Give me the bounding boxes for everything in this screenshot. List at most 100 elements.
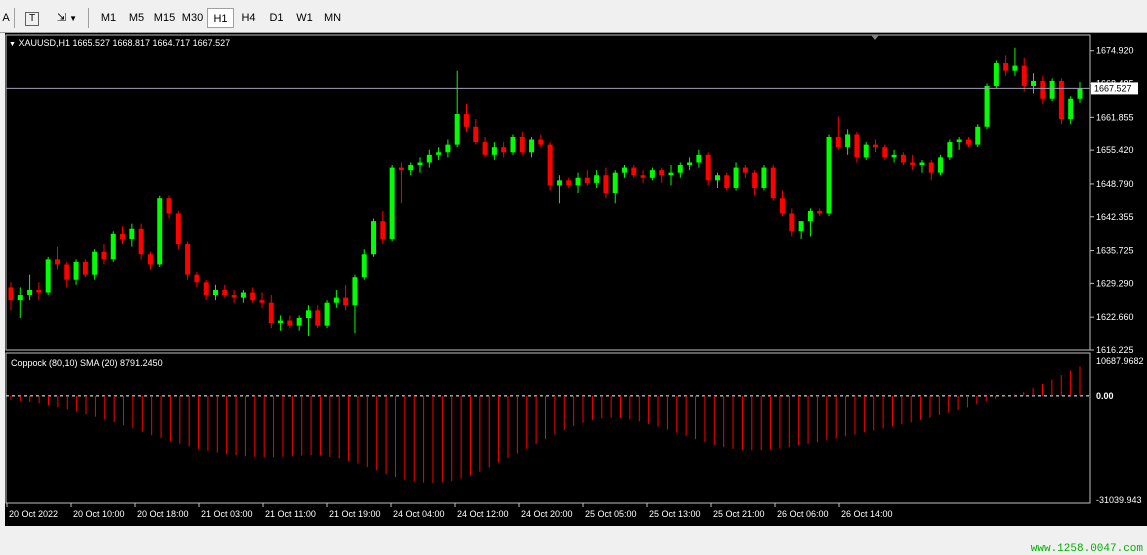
price-axis-label: 1648.790 <box>1096 179 1134 189</box>
candle-body <box>649 170 655 178</box>
chevron-down-icon: ▼ <box>69 14 78 23</box>
candle-body <box>1058 80 1064 120</box>
candle-body <box>17 295 23 301</box>
candle-body <box>928 162 934 173</box>
candle-body <box>752 172 758 188</box>
candle-body <box>352 277 358 306</box>
candle-body <box>863 144 869 158</box>
timeframe-m30-button[interactable]: M30 <box>179 8 206 28</box>
candle-body <box>1012 65 1018 71</box>
candle-body <box>157 198 163 265</box>
candle-body <box>733 167 739 188</box>
candle-body <box>956 139 962 143</box>
time-axis-label: 24 Oct 04:00 <box>393 509 445 519</box>
candle-body <box>668 172 674 176</box>
candle-body <box>1021 65 1027 86</box>
candle-body <box>361 254 367 278</box>
price-axis-label: 1642.355 <box>1096 212 1134 222</box>
candle-body <box>501 147 507 153</box>
time-axis-label: 21 Oct 03:00 <box>201 509 253 519</box>
candle-body <box>817 210 823 214</box>
candle-body <box>222 289 228 296</box>
symbol-dropdown-icon[interactable]: ▼ <box>9 41 16 48</box>
candle-body <box>454 114 460 145</box>
time-axis-label: 26 Oct 06:00 <box>777 509 829 519</box>
candle-body <box>120 233 126 239</box>
candle-body <box>278 320 284 324</box>
candle-body <box>826 136 832 214</box>
candle-body <box>659 170 665 176</box>
candle-body <box>1031 80 1037 86</box>
candle-body <box>380 221 386 239</box>
candle-body <box>807 210 813 222</box>
price-axis-label: 1655.420 <box>1096 145 1134 155</box>
time-axis-label: 25 Oct 05:00 <box>585 509 637 519</box>
candle-body <box>724 175 730 188</box>
main-panel-border <box>5 34 1091 351</box>
candle-body <box>780 198 786 214</box>
candle-body <box>129 228 135 239</box>
candle-body <box>92 251 98 275</box>
candle-body <box>371 221 377 255</box>
candle-body <box>259 300 265 303</box>
candle-body <box>556 180 562 186</box>
price-chart[interactable]: 1674.9201668.4851661.8551655.4201648.790… <box>5 33 1147 526</box>
candle-body <box>240 292 246 298</box>
candle-body <box>147 254 153 265</box>
candle-body <box>584 177 590 183</box>
candle-body <box>910 162 916 166</box>
chart-shift-marker <box>871 35 879 40</box>
candle-body <box>426 154 432 163</box>
candle-body <box>45 259 51 293</box>
timeframe-m1-button[interactable]: M1 <box>95 8 122 28</box>
candle-body <box>1077 88 1083 99</box>
timeframe-m5-button[interactable]: M5 <box>123 8 150 28</box>
candle-body <box>305 310 311 319</box>
candle-body <box>947 142 953 158</box>
timeframe-w1-button[interactable]: W1 <box>291 8 318 28</box>
price-axis-label: 1661.855 <box>1096 112 1134 122</box>
candle-body <box>798 221 804 232</box>
candle-body <box>1040 80 1046 99</box>
candle-body <box>268 302 274 324</box>
text-tool-button[interactable]: A <box>0 8 12 28</box>
candle-body <box>631 167 637 176</box>
timeframe-h4-button[interactable]: H4 <box>235 8 262 28</box>
timeframe-mn-button[interactable]: MN <box>319 8 346 28</box>
timeframe-m15-button[interactable]: M15 <box>151 8 178 28</box>
chart-header: ▼ XAUUSD,H1 1665.527 1668.817 1664.717 1… <box>9 38 230 48</box>
text-label-tool-button[interactable]: T <box>22 8 42 28</box>
candle-body <box>194 274 200 283</box>
toolbar: A T ⇲ ▼ M1 M5 M15 M30 H1 H4 D1 W1 MN <box>0 0 1147 33</box>
candle-body <box>594 175 600 183</box>
time-axis-label: 20 Oct 2022 <box>9 509 58 519</box>
toolbar-separator <box>88 8 89 28</box>
candle-body <box>705 154 711 181</box>
candle-body <box>975 126 981 145</box>
candle-body <box>882 147 888 158</box>
timeframe-d1-button[interactable]: D1 <box>263 8 290 28</box>
candle-body <box>389 167 395 239</box>
candle-body <box>203 282 209 296</box>
candle-body <box>185 244 191 275</box>
candle-body <box>445 144 451 153</box>
candle-body <box>343 297 349 306</box>
arrows-tool-button[interactable]: ⇲ ▼ <box>50 8 84 28</box>
toolbar-separator <box>14 8 15 28</box>
timeframe-h1-button[interactable]: H1 <box>207 8 234 28</box>
candle-body <box>408 165 414 171</box>
candle-body <box>872 144 878 148</box>
candle-body <box>761 167 767 188</box>
candle-body <box>36 289 42 293</box>
candle-body <box>324 302 330 326</box>
candle-body <box>919 162 925 166</box>
price-axis-label: 1635.725 <box>1096 246 1134 256</box>
candle-body <box>677 165 683 173</box>
candle-body <box>845 134 851 148</box>
watermark: www.1258.0047.com <box>1030 543 1143 555</box>
candle-body <box>8 287 14 301</box>
candle-body <box>54 259 60 265</box>
candle-body <box>835 136 841 148</box>
chart-window[interactable]: 1674.9201668.4851661.8551655.4201648.790… <box>5 33 1147 555</box>
indicator-header: Coppock (80,10) SMA (20) 8791.2450 <box>11 358 163 368</box>
